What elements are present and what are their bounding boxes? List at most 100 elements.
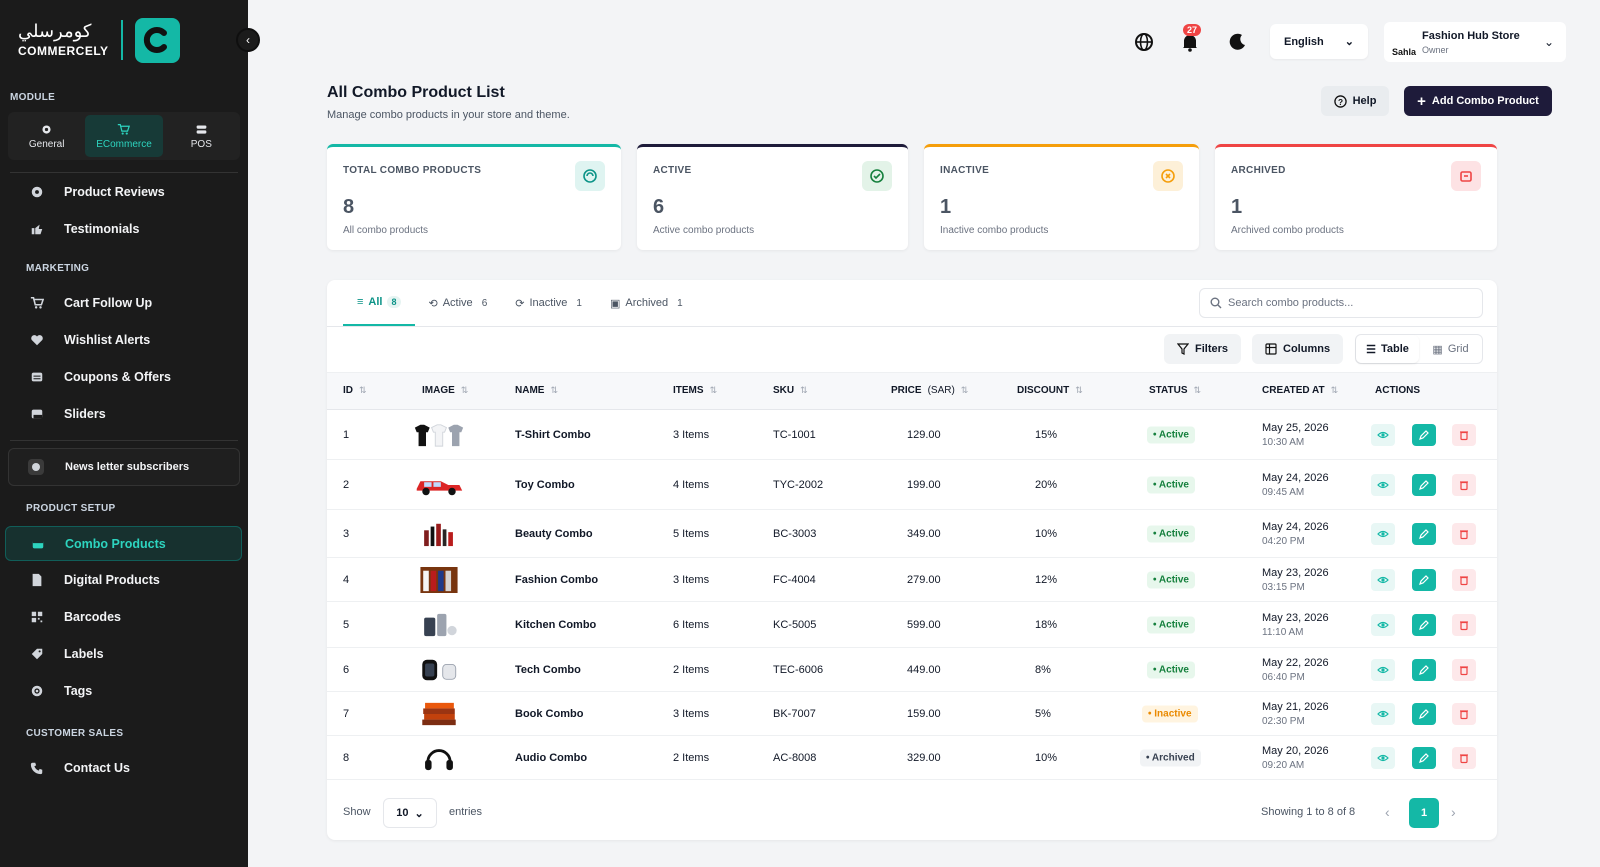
delete-button[interactable] [1452,473,1476,496]
section-label-customer-sales: CUSTOMER SALES [26,728,124,739]
cell-id: 8 [343,751,350,764]
sidebar-item-newsletter-subscribers[interactable]: News letter subscribers [8,448,240,486]
columns-button[interactable]: Columns [1252,334,1344,364]
sidebar-collapse-button[interactable]: ‹ [236,28,260,52]
dark-mode-toggle[interactable] [1224,28,1252,56]
cell-name[interactable]: T-Shirt Combo [515,429,591,441]
delete-button[interactable] [1452,658,1476,681]
cell-name[interactable]: Tech Combo [515,664,581,676]
view-button[interactable] [1371,746,1395,769]
sidebar-item-product-reviews[interactable]: Product Reviews [30,178,165,206]
help-button[interactable]: ? Help [1321,86,1389,116]
delete-button[interactable] [1452,423,1476,446]
edit-button[interactable] [1412,568,1436,591]
sidebar-item-contact-us[interactable]: Contact Us [30,754,130,782]
edit-button[interactable] [1412,522,1436,545]
language-select[interactable]: English ⌄ [1270,24,1368,59]
column-header-items[interactable]: ITEMS ⇅ [673,385,717,396]
sidebar-item-label: Cart Follow Up [64,296,153,310]
column-header-id[interactable]: ID ⇅ [343,385,367,396]
trash-icon [1460,620,1468,630]
sidebar-item-wishlist-alerts[interactable]: Wishlist Alerts [30,326,150,354]
tab-inactive[interactable]: ⟳ Inactive 1 [501,280,596,326]
column-header-name[interactable]: NAME ⇅ [515,385,558,396]
tab-archived[interactable]: ▣ Archived 1 [596,280,697,326]
add-combo-product-button[interactable]: + Add Combo Product [1404,86,1552,116]
sidebar-item-testimonials[interactable]: Testimonials [30,215,139,243]
sidebar-item-combo-products[interactable]: Combo Products [5,526,242,561]
sidebar-item-sliders[interactable]: Sliders [30,400,106,428]
column-header-price[interactable]: PRICE (SAR) ⇅ [891,385,968,396]
filter-icon [1177,343,1189,355]
edit-button[interactable] [1412,702,1436,725]
list-icon: ☰ [1366,343,1376,356]
status-badge: • Active [1147,476,1195,493]
delete-button[interactable] [1452,522,1476,545]
sidebar-item-labels[interactable]: Labels [30,640,104,668]
view-button[interactable] [1371,522,1395,545]
edit-button[interactable] [1412,613,1436,636]
tab-active[interactable]: ⟲ Active 6 [415,280,502,326]
cell-items: 2 Items [673,663,710,676]
sidebar-item-coupons-offers[interactable]: Coupons & Offers [30,363,171,391]
grid-view-button[interactable]: ▦ Grid [1419,335,1482,363]
column-header-discount[interactable]: DISCOUNT ⇅ [1017,385,1083,396]
filters-button[interactable]: Filters [1164,334,1242,364]
sidebar-item-cart-follow-up[interactable]: Cart Follow Up [30,289,152,317]
page-1-button[interactable]: 1 [1409,798,1439,828]
view-button[interactable] [1371,658,1395,681]
globe-button[interactable] [1130,28,1158,56]
search-input[interactable]: Search combo products... [1199,288,1483,318]
delete-button[interactable] [1452,746,1476,769]
table-row: 7 Book Combo 3 Items BK-7007 159.00 5% • Inact… [327,692,1497,736]
cell-name[interactable]: Kitchen Combo [515,619,596,631]
cell-name[interactable]: Audio Combo [515,752,587,764]
cell-price: 449.00 [907,663,941,676]
delete-button[interactable] [1452,613,1476,636]
cell-name[interactable]: Toy Combo [515,479,575,491]
view-button[interactable] [1371,702,1395,725]
heart-icon [31,335,43,346]
view-button[interactable] [1371,613,1395,636]
sidebar-item-digital-products[interactable]: Digital Products [30,566,160,594]
view-button[interactable] [1371,473,1395,496]
sidebar-item-barcodes[interactable]: Barcodes [30,603,121,631]
entries-per-page-select[interactable]: 10 ⌄ [383,798,437,828]
sort-icon: ⇅ [550,385,558,395]
view-button[interactable] [1371,423,1395,446]
search-placeholder: Search combo products... [1228,297,1354,309]
delete-button[interactable] [1452,702,1476,725]
brand[interactable]: كومرسلي COMMERCELY [18,16,180,64]
store-switcher[interactable]: Sahla Fashion Hub Store Owner ⌄ [1384,22,1566,62]
column-label: STATUS [1149,385,1188,396]
edit-button[interactable] [1412,423,1436,446]
view-button[interactable] [1371,568,1395,591]
section-label-module: MODULE [10,92,56,103]
store-role: Owner [1422,44,1449,55]
prev-page-button[interactable]: ‹ [1385,804,1390,820]
cell-name[interactable]: Fashion Combo [515,574,598,586]
column-header-actions: ACTIONS [1375,385,1420,396]
column-header-created-at[interactable]: CREATED AT ⇅ [1262,385,1338,396]
edit-button[interactable] [1412,658,1436,681]
column-header-image[interactable]: IMAGE ⇅ [422,385,468,396]
edit-button[interactable] [1412,746,1436,769]
module-pos[interactable]: POS [163,112,240,160]
cell-name[interactable]: Beauty Combo [515,528,593,540]
column-header-sku[interactable]: SKU ⇅ [773,385,808,396]
sidebar-item-label: Digital Products [64,573,160,587]
next-page-button[interactable]: › [1451,804,1456,820]
module-general[interactable]: General [8,112,85,160]
cell-discount: 12% [1035,573,1058,586]
product-thumbnail [413,655,465,685]
column-header-status[interactable]: STATUS ⇅ [1149,385,1201,396]
module-ecommerce[interactable]: ECommerce [85,115,163,157]
tab-label: Archived [625,297,669,309]
delete-button[interactable] [1452,568,1476,591]
cell-name[interactable]: Book Combo [515,708,583,720]
sidebar-item-tags[interactable]: Tags [30,677,92,705]
tab-all[interactable]: ≡ All 8 [343,280,415,326]
sort-icon: ⇅ [960,385,969,395]
edit-button[interactable] [1412,473,1436,496]
table-view-button[interactable]: ☰ Table [1356,335,1419,363]
